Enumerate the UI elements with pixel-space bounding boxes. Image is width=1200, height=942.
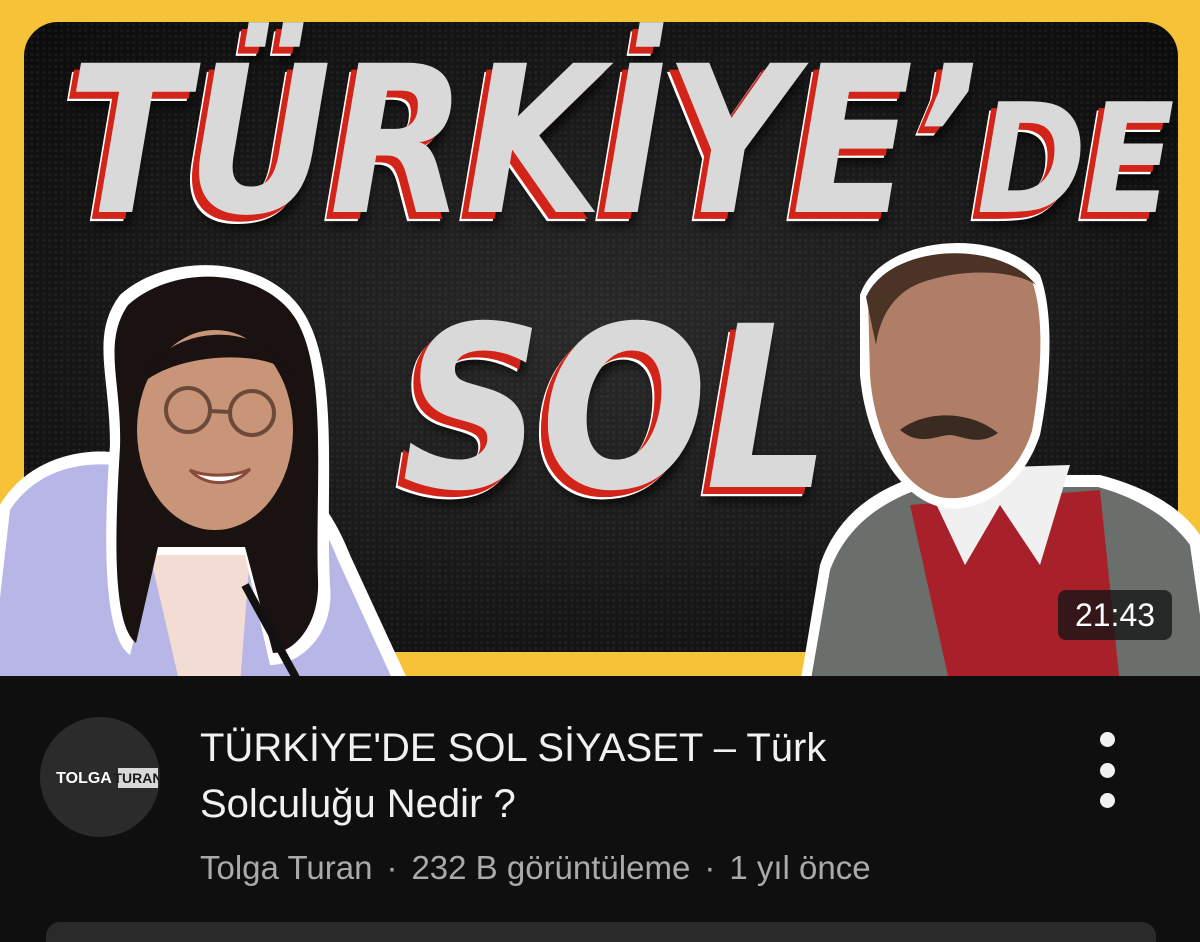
tolga-turan-logo: TOLGA TURAN [40,717,160,837]
video-info: TOLGA TURAN TÜRKİYE'DE SOL SİYASET – Tür… [0,676,1200,936]
video-metadata: Tolga Turan · 232 B görüntüleme · 1 yıl önce [200,846,871,890]
next-video-card-edge [46,922,1156,942]
headline-word-de: DE [976,71,1175,249]
svg-text:TURAN: TURAN [114,770,161,786]
meta-separator: · [704,849,716,886]
video-title[interactable]: TÜRKİYE'DE SOL SİYASET – Türk Solculuğu … [200,720,960,832]
thumbnail-headline-line1: TÜRKİYE’DE [0,32,1200,270]
dot-shape [1099,732,1115,747]
svg-text:TOLGA: TOLGA [56,770,112,787]
channel-avatar[interactable]: TOLGA TURAN [40,717,160,837]
headline-word-turkiye: TÜRKİYE’ [67,22,978,261]
publish-date: 1 yıl önce [729,849,871,886]
woman-with-glasses-image [0,265,406,676]
dot-shape [1099,762,1115,778]
channel-name[interactable]: Tolga Turan [200,849,372,886]
duration-badge: 21:43 [1058,590,1172,640]
vertical-dots-icon[interactable] [1082,724,1132,816]
dot-shape [1099,793,1115,808]
view-count: 232 B görüntüleme [411,849,691,886]
meta-separator: · [386,849,398,886]
video-thumbnail[interactable]: TÜRKİYE’DE SOL 21:43 [0,0,1200,676]
